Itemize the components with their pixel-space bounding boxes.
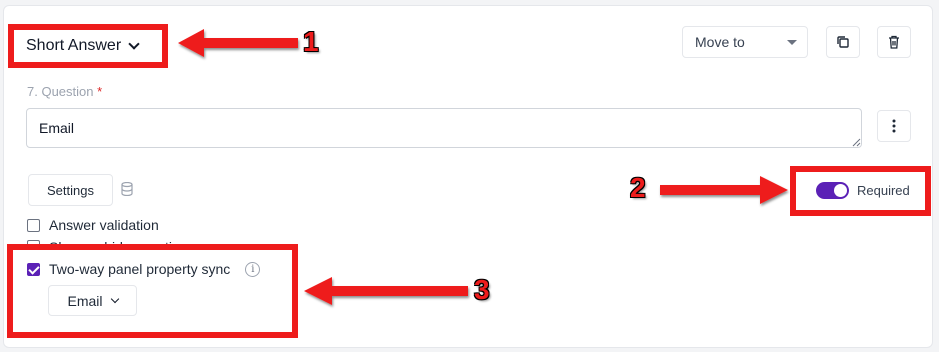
arrow-icon [304, 277, 468, 305]
annotation-arrows [178, 29, 788, 305]
arrow-icon [178, 29, 298, 57]
arrow-icon [660, 176, 788, 204]
annotation-number-2: 2 [630, 172, 646, 203]
annotation-number-3: 3 [474, 274, 490, 305]
annotation-number-1: 1 [303, 26, 319, 57]
